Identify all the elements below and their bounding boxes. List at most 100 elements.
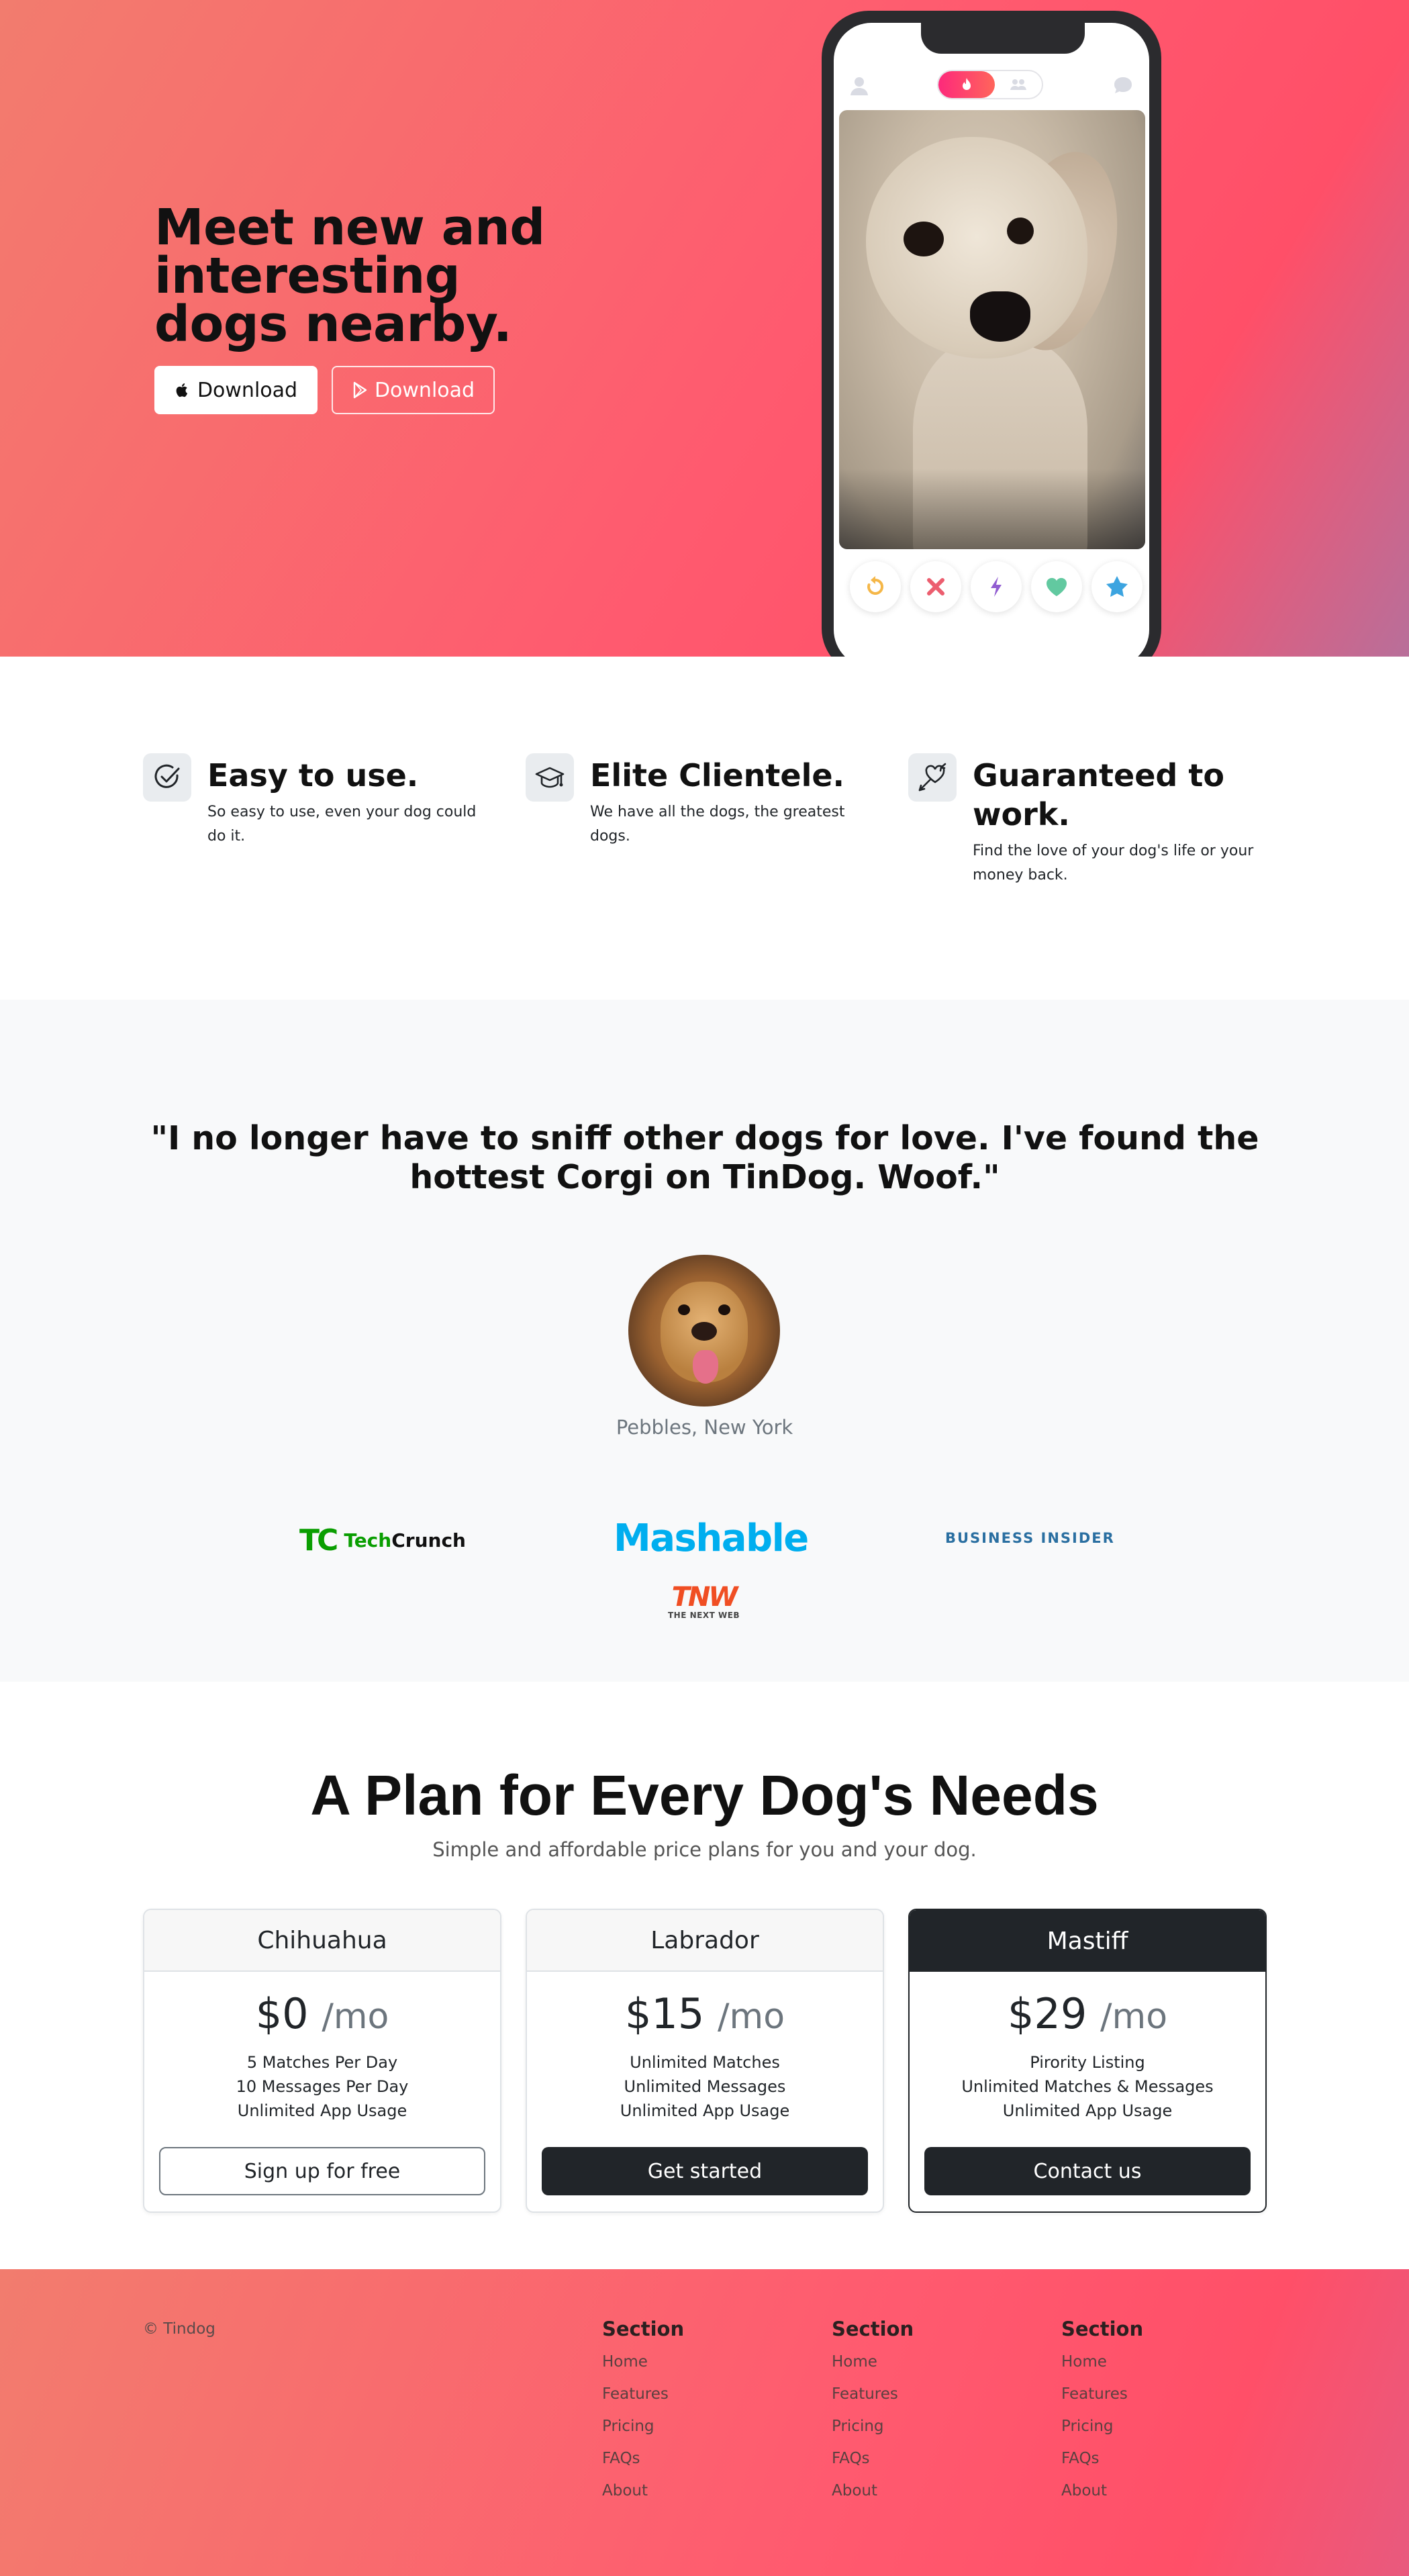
avatar-dog-eye: [678, 1304, 690, 1315]
tnw-logo-mark: TNW: [671, 1582, 738, 1613]
like-button[interactable]: [1031, 561, 1082, 612]
community-icon: [1010, 79, 1026, 90]
copyright: © Tindog: [143, 2320, 215, 2338]
apple-download-button[interactable]: Download: [154, 366, 318, 414]
phone-screen: [834, 23, 1149, 657]
dog-profile-card[interactable]: [839, 110, 1145, 549]
mashable-logo: Mashable: [614, 1517, 809, 1560]
footer-link-pricing[interactable]: Pricing: [602, 2410, 804, 2442]
footer-link-home[interactable]: Home: [832, 2346, 1033, 2378]
footer-link-features[interactable]: Features: [1061, 2378, 1263, 2410]
plan-features: 5 Matches Per Day 10 Messages Per Day Un…: [144, 2050, 500, 2123]
graduation-cap-icon: [535, 767, 565, 788]
super-like-button[interactable]: [1091, 561, 1143, 612]
footer-link-pricing[interactable]: Pricing: [832, 2410, 1033, 2442]
pricing-title: A Plan for Every Dog's Needs: [310, 1764, 1099, 1827]
star-icon: [1106, 576, 1128, 597]
footer-column-title: Section: [602, 2318, 685, 2340]
get-started-button[interactable]: Get started: [542, 2147, 868, 2195]
plan-card-labrador: Labrador $15 /mo Unlimited Matches Unlim…: [526, 1909, 884, 2213]
footer-link-features[interactable]: Features: [832, 2378, 1033, 2410]
testimonial-quote: "I no longer have to sniff other dogs fo…: [150, 1119, 1259, 1196]
profile-icon: [851, 77, 868, 95]
feature-text: So easy to use, even your dog could do i…: [207, 804, 477, 845]
feature-title: Elite Clientele.: [590, 757, 845, 794]
google-play-download-label: Download: [374, 378, 475, 402]
check-circle-icon: [154, 764, 180, 788]
techcrunch-mark: TC: [299, 1523, 338, 1558]
discover-toggle[interactable]: [937, 70, 1043, 99]
tnw-logo: TNW THE NEXT WEB: [668, 1584, 740, 1620]
phone-notch: [921, 23, 1085, 54]
footer-column-title: Section: [1061, 2318, 1144, 2340]
sign-up-free-button[interactable]: Sign up for free: [159, 2147, 485, 2195]
rewind-icon: [867, 576, 884, 595]
phone-mockup: [822, 11, 1161, 657]
footer-column-title: Section: [832, 2318, 914, 2340]
plan-feature: Unlimited Matches: [630, 2053, 780, 2072]
dog-photo-eye: [1007, 218, 1034, 244]
hero-title: Meet new and interesting dogs nearby.: [154, 199, 545, 353]
feature-icon-box: [908, 753, 957, 802]
plan-features: Unlimited Matches Unlimited Messages Unl…: [527, 2050, 883, 2123]
google-play-icon: [353, 381, 367, 399]
feature-text: We have all the dogs, the greatest dogs.: [590, 804, 845, 845]
avatar-dog-eye: [718, 1304, 730, 1315]
footer-column: Section Home Features Pricing FAQs About: [832, 2318, 1033, 2507]
testimonial-author: Pebbles, New York: [616, 1416, 793, 1439]
nope-button[interactable]: [910, 561, 961, 612]
dog-photo-nose: [970, 291, 1030, 342]
plan-feature: Pirority Listing: [1030, 2053, 1145, 2072]
plan-card-chihuahua: Chihuahua $0 /mo 5 Matches Per Day 10 Me…: [143, 1909, 501, 2213]
tnw-logo-subtitle: THE NEXT WEB: [668, 1611, 740, 1620]
pricing-subtitle: Simple and affordable price plans for yo…: [432, 1838, 977, 1861]
plan-name: Mastiff: [910, 1910, 1265, 1972]
flame-icon: [963, 78, 971, 90]
techcrunch-logo: TC TechCrunch: [299, 1523, 466, 1558]
boost-button[interactable]: [971, 561, 1022, 612]
footer-link-home[interactable]: Home: [1061, 2346, 1263, 2378]
footer: © Tindog Section Home Features Pricing F…: [0, 2269, 1409, 2576]
footer-link-faqs[interactable]: FAQs: [832, 2442, 1033, 2475]
feature-icon-box: [143, 753, 191, 802]
footer-link-about[interactable]: About: [832, 2475, 1033, 2507]
plan-feature: 10 Messages Per Day: [236, 2077, 409, 2096]
plan-price: $0 /mo: [255, 1989, 389, 2038]
footer-link-features[interactable]: Features: [602, 2378, 804, 2410]
footer-link-pricing[interactable]: Pricing: [1061, 2410, 1263, 2442]
footer-link-about[interactable]: About: [602, 2475, 804, 2507]
plan-price: $15 /mo: [624, 1989, 785, 2038]
footer-column: Section Home Features Pricing FAQs About: [1061, 2318, 1263, 2507]
close-icon: [927, 578, 944, 595]
hero-section: Meet new and interesting dogs nearby. Do…: [0, 0, 1409, 657]
plan-feature: Unlimited App Usage: [620, 2101, 790, 2120]
apple-download-label: Download: [197, 378, 298, 402]
testimonial-section: "I no longer have to sniff other dogs fo…: [0, 1000, 1409, 1682]
footer-link-about[interactable]: About: [1061, 2475, 1263, 2507]
contact-us-button[interactable]: Contact us: [924, 2147, 1251, 2195]
toggle-active-segment: [938, 71, 995, 98]
footer-column: Section Home Features Pricing FAQs About: [602, 2318, 804, 2507]
plan-feature: Unlimited Matches & Messages: [961, 2077, 1214, 2096]
footer-link-faqs[interactable]: FAQs: [1061, 2442, 1263, 2475]
plan-feature: Unlimited App Usage: [237, 2101, 407, 2120]
testimonial-avatar: [628, 1255, 780, 1406]
plan-price: $29 /mo: [1007, 1989, 1168, 2038]
boost-icon: [991, 577, 1002, 597]
plan-feature: Unlimited Messages: [624, 2077, 786, 2096]
footer-link-faqs[interactable]: FAQs: [602, 2442, 804, 2475]
rewind-button[interactable]: [850, 561, 901, 612]
arrow-heart-icon: [918, 763, 946, 792]
plan-name: Labrador: [527, 1910, 883, 1972]
heart-icon: [1046, 577, 1067, 596]
techcrunch-wordmark: TechCrunch: [344, 1529, 466, 1552]
footer-link-home[interactable]: Home: [602, 2346, 804, 2378]
avatar-dog-nose: [691, 1322, 717, 1341]
business-insider-logo: BUSINESS INSIDER: [945, 1530, 1115, 1546]
apple-icon: [176, 383, 188, 397]
chat-icon: [1114, 77, 1132, 93]
google-play-download-button[interactable]: Download: [332, 366, 495, 414]
plan-feature: Unlimited App Usage: [1002, 2101, 1173, 2120]
plan-feature: 5 Matches Per Day: [246, 2053, 398, 2072]
feature-icon-box: [526, 753, 574, 802]
